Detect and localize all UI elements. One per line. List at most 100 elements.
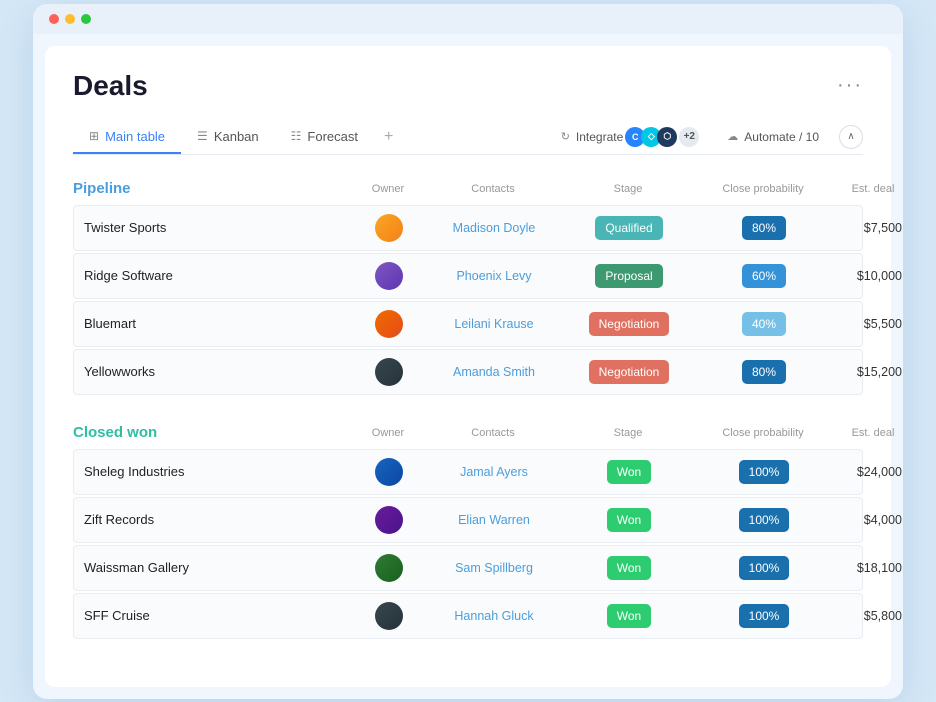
tab-main-table[interactable]: ⊞ Main table bbox=[73, 121, 181, 154]
cloud-icon: ☁ bbox=[727, 130, 738, 143]
toolbar-right: ↻ Integrate C ◇ ⬡ +2 ☁ Automate / 10 ∧ bbox=[553, 123, 863, 151]
pipeline-stage-header: Stage bbox=[563, 183, 693, 195]
prob-cell: 80% bbox=[694, 357, 834, 387]
stage-cell: Won bbox=[564, 601, 694, 631]
contact-name[interactable]: Jamal Ayers bbox=[424, 457, 564, 487]
deal-value: $15,200 bbox=[834, 357, 903, 387]
pipeline-section: Pipeline Owner Contacts Stage Close prob… bbox=[73, 175, 863, 395]
probability-badge: 60% bbox=[742, 264, 786, 288]
prob-cell: 40% bbox=[694, 309, 834, 339]
stage-cell: Proposal bbox=[564, 261, 694, 291]
deal-value: $18,100 bbox=[834, 553, 903, 583]
kanban-icon: ☰ bbox=[197, 129, 208, 143]
table-row: Twister Sports Madison Doyle Qualified 8… bbox=[73, 205, 863, 251]
sync-icon: ↻ bbox=[561, 130, 570, 143]
deal-name: Twister Sports bbox=[74, 212, 354, 243]
tab-kanban[interactable]: ☰ Kanban bbox=[181, 121, 275, 154]
probability-badge: 100% bbox=[739, 604, 790, 628]
deal-value: $5,800 bbox=[834, 601, 903, 631]
probability-badge: 100% bbox=[739, 508, 790, 532]
icon-count: +2 bbox=[679, 127, 699, 147]
probability-badge: 40% bbox=[742, 312, 786, 336]
tab-forecast[interactable]: ☷ Forecast bbox=[275, 121, 374, 154]
owner-avatar-cell bbox=[354, 350, 424, 394]
deal-name: Ridge Software bbox=[74, 260, 354, 291]
closed-won-contacts-header: Contacts bbox=[423, 427, 563, 439]
stage-badge: Won bbox=[607, 556, 651, 580]
stage-cell: Won bbox=[564, 553, 694, 583]
closed-won-stage-header: Stage bbox=[563, 427, 693, 439]
closed-won-title: Closed won bbox=[73, 424, 353, 441]
avatar bbox=[375, 358, 403, 386]
contact-name[interactable]: Leilani Krause bbox=[424, 309, 564, 339]
integrate-icons: C ◇ ⬡ +2 bbox=[629, 127, 699, 147]
contact-name[interactable]: Phoenix Levy bbox=[424, 261, 564, 291]
stage-badge: Proposal bbox=[595, 264, 662, 288]
owner-avatar-cell bbox=[354, 546, 424, 590]
page-title: Deals bbox=[73, 70, 148, 102]
deal-name: Waissman Gallery bbox=[74, 552, 354, 583]
prob-cell: 100% bbox=[694, 601, 834, 631]
minimize-dot[interactable] bbox=[65, 14, 75, 24]
table-row: Waissman Gallery Sam Spillberg Won 100% … bbox=[73, 545, 863, 591]
table-icon: ⊞ bbox=[89, 129, 99, 143]
prob-cell: 100% bbox=[694, 457, 834, 487]
avatar bbox=[375, 214, 403, 242]
tab-kanban-label: Kanban bbox=[214, 129, 259, 144]
owner-avatar-cell bbox=[354, 302, 424, 346]
table-row: Yellowworks Amanda Smith Negotiation 80%… bbox=[73, 349, 863, 395]
contact-name[interactable]: Elian Warren bbox=[424, 505, 564, 535]
stage-badge: Won bbox=[607, 508, 651, 532]
avatar bbox=[375, 262, 403, 290]
tab-main-table-label: Main table bbox=[105, 129, 165, 144]
more-options-button[interactable]: ··· bbox=[837, 74, 863, 97]
contact-name[interactable]: Madison Doyle bbox=[424, 213, 564, 243]
browser-window: Deals ··· ⊞ Main table ☰ Kanban ☷ Foreca… bbox=[33, 4, 903, 699]
table-row: SFF Cruise Hannah Gluck Won 100% $5,800 bbox=[73, 593, 863, 639]
contact-name[interactable]: Hannah Gluck bbox=[424, 601, 564, 631]
close-dot[interactable] bbox=[49, 14, 59, 24]
closed-won-header-row: Closed won Owner Contacts Stage Close pr… bbox=[73, 419, 863, 447]
stage-cell: Negotiation bbox=[564, 357, 694, 387]
deal-value: $10,000 bbox=[834, 261, 903, 291]
probability-badge: 80% bbox=[742, 216, 786, 240]
forecast-icon: ☷ bbox=[291, 129, 302, 143]
owner-avatar-cell bbox=[354, 450, 424, 494]
deal-name: Sheleg Industries bbox=[74, 456, 354, 487]
automate-label: Automate / 10 bbox=[744, 130, 819, 144]
tab-add-button[interactable]: + bbox=[374, 120, 403, 154]
closed-won-prob-header: Close probability bbox=[693, 427, 833, 439]
deal-value: $7,500 bbox=[834, 213, 903, 243]
pipeline-contacts-header: Contacts bbox=[423, 183, 563, 195]
automate-button[interactable]: ☁ Automate / 10 bbox=[719, 126, 827, 148]
avatar bbox=[375, 602, 403, 630]
stage-badge: Qualified bbox=[595, 216, 662, 240]
tab-list: ⊞ Main table ☰ Kanban ☷ Forecast + bbox=[73, 120, 553, 154]
contact-name[interactable]: Sam Spillberg bbox=[424, 553, 564, 583]
owner-avatar-cell bbox=[354, 206, 424, 250]
page-header: Deals ··· bbox=[73, 70, 863, 102]
chevron-up-icon: ∧ bbox=[847, 131, 854, 142]
collapse-button[interactable]: ∧ bbox=[839, 125, 863, 149]
app-content: Deals ··· ⊞ Main table ☰ Kanban ☷ Foreca… bbox=[45, 46, 891, 687]
prob-cell: 100% bbox=[694, 553, 834, 583]
contact-name[interactable]: Amanda Smith bbox=[424, 357, 564, 387]
integrate-button[interactable]: ↻ Integrate C ◇ ⬡ +2 bbox=[553, 123, 708, 151]
deal-name: SFF Cruise bbox=[74, 600, 354, 631]
icon-circle-dark: ⬡ bbox=[657, 127, 677, 147]
stage-cell: Qualified bbox=[564, 213, 694, 243]
prob-cell: 100% bbox=[694, 505, 834, 535]
pipeline-owner-header: Owner bbox=[353, 183, 423, 195]
closed-won-deal-header: Est. deal bbox=[833, 427, 903, 439]
stage-cell: Won bbox=[564, 505, 694, 535]
owner-avatar-cell bbox=[354, 254, 424, 298]
deal-name: Zift Records bbox=[74, 504, 354, 535]
owner-avatar-cell bbox=[354, 594, 424, 638]
fullscreen-dot[interactable] bbox=[81, 14, 91, 24]
deal-value: $24,000 bbox=[834, 457, 903, 487]
deal-value: $5,500 bbox=[834, 309, 903, 339]
table-row: Sheleg Industries Jamal Ayers Won 100% $… bbox=[73, 449, 863, 495]
deal-name: Bluemart bbox=[74, 308, 354, 339]
probability-badge: 80% bbox=[742, 360, 786, 384]
prob-cell: 80% bbox=[694, 213, 834, 243]
